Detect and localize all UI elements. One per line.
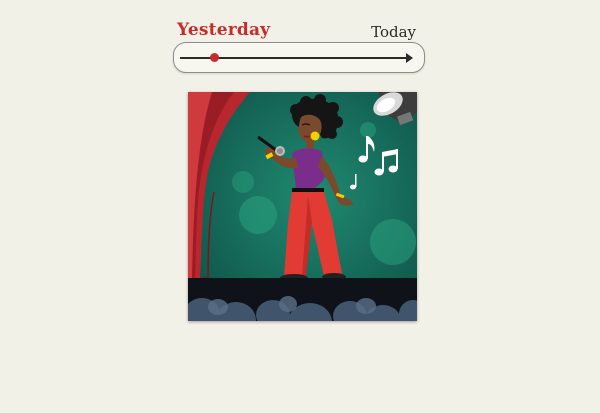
singer-illustration-card	[188, 92, 417, 321]
timeline-arrow-icon	[406, 53, 413, 63]
timeline-start-label[interactable]: Yesterday	[177, 20, 270, 40]
backdrop-glow	[360, 122, 376, 138]
timeline-slider[interactable]	[173, 42, 425, 73]
backdrop-glow	[232, 171, 254, 193]
timeline-end-label[interactable]: Today	[371, 23, 416, 41]
timeline-labels: Yesterday Today	[174, 20, 418, 44]
backdrop-glow	[239, 196, 277, 234]
timeline-knob[interactable]	[210, 53, 219, 62]
backdrop-glow	[370, 219, 416, 265]
singer-illustration	[188, 92, 417, 321]
